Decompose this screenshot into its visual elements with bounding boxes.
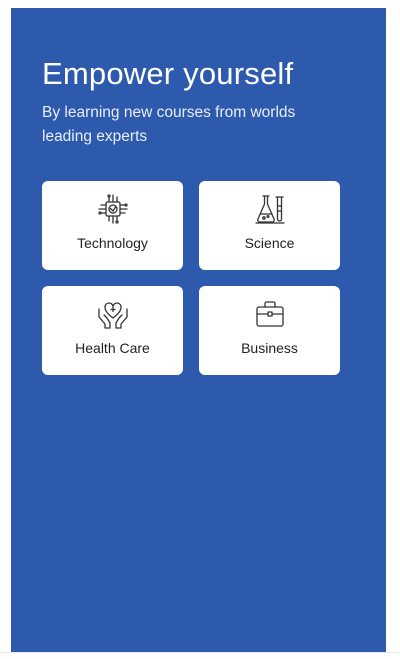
category-card-technology[interactable]: Technology (42, 181, 183, 270)
category-label: Science (244, 235, 295, 251)
category-label: Health Care (75, 340, 150, 356)
category-label: Business (241, 340, 298, 356)
category-card-science[interactable]: Science (199, 181, 340, 270)
heart-hands-icon (96, 297, 130, 331)
hero-subtitle: By learning new courses from worlds lead… (42, 104, 296, 145)
briefcase-icon (253, 297, 287, 331)
lab-flask-icon (253, 192, 287, 226)
category-label: Technology (77, 235, 148, 251)
chip-icon (96, 192, 130, 226)
hero-title: Empower yourself (42, 56, 294, 91)
category-card-business[interactable]: Business (199, 286, 340, 375)
category-card-health-care[interactable]: Health Care (42, 286, 183, 375)
hero-panel: Empower yourself By learning new courses… (11, 8, 386, 652)
bottom-divider (0, 652, 400, 653)
